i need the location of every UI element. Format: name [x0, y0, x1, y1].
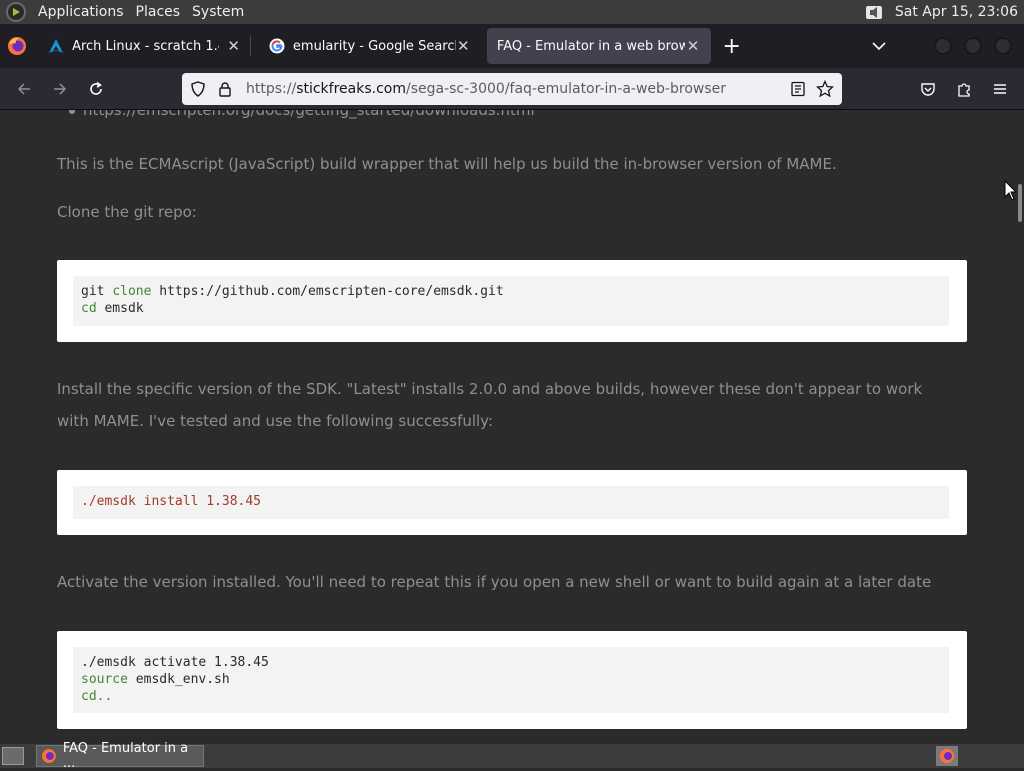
maximize-window-icon[interactable]	[964, 37, 982, 55]
gnome-foot-icon[interactable]	[6, 2, 26, 22]
taskbar-window-button[interactable]: FAQ - Emulator in a ...	[36, 741, 204, 771]
code-keyword: cd..	[81, 689, 113, 704]
tab-faq-emulator[interactable]: FAQ - Emulator in a web browse ✕	[486, 28, 711, 64]
show-desktop-icon[interactable]	[2, 747, 24, 765]
panel-menus: Applications Places System	[32, 0, 250, 24]
code-block-activate: ./emsdk activate 1.38.45 source emsdk_en…	[57, 631, 967, 729]
paragraph-clone: Clone the git repo:	[57, 203, 197, 221]
url-path: /sega-sc-3000/faq-emulator-in-a-web-brow…	[406, 81, 726, 97]
code-token: emsdk	[96, 301, 144, 316]
new-tab-plus-icon[interactable]: +	[719, 31, 745, 61]
close-tab-icon[interactable]: ✕	[456, 38, 471, 54]
code-block-install: ./emsdk install 1.38.45	[57, 470, 967, 535]
code-token: https://github.com/emscripten-core/emsdk…	[151, 284, 504, 299]
url-text: https://stickfreaks.com/sega-sc-3000/faq…	[246, 81, 726, 97]
mouse-cursor-icon	[1004, 180, 1018, 201]
extensions-puzzle-icon[interactable]	[946, 73, 982, 105]
code-content: ./emsdk install 1.38.45	[73, 486, 949, 519]
tab-title: Arch Linux - scratch 1.4.0.7-	[72, 38, 219, 54]
tab-title: emularity - Google Search	[292, 38, 456, 54]
code-token: git	[81, 284, 113, 299]
page-content: https://emscripten.org/docs/getting_star…	[0, 110, 1024, 744]
url-prefix: https://	[246, 81, 297, 97]
code-keyword: source	[81, 672, 128, 687]
places-menu[interactable]: Places	[130, 4, 187, 20]
back-arrow-icon[interactable]	[6, 73, 42, 105]
panel-clock[interactable]: Sat Apr 15, 23:06	[895, 4, 1024, 20]
window-controls	[934, 37, 1024, 55]
url-bar[interactable]: https://stickfreaks.com/sega-sc-3000/faq…	[182, 73, 842, 105]
bookmark-star-icon[interactable]	[816, 80, 834, 98]
url-domain: stickfreaks.com	[296, 81, 406, 97]
downloads-link[interactable]: https://emscripten.org/docs/getting_star…	[83, 110, 535, 119]
bottom-taskbar: FAQ - Emulator in a ...	[0, 741, 1024, 771]
top-panel: Applications Places System Sat Apr 15, 2…	[0, 0, 1024, 24]
tab-arch-linux[interactable]: Arch Linux - scratch 1.4.0.7- ✕	[38, 28, 250, 64]
lock-icon[interactable]	[218, 81, 232, 97]
paragraph-emsdk-intro: This is the ECMAscript (JavaScript) buil…	[57, 155, 837, 173]
nav-bar: https://stickfreaks.com/sega-sc-3000/faq…	[0, 68, 1024, 110]
code-keyword: clone	[112, 284, 152, 299]
hamburger-menu-icon[interactable]	[982, 73, 1018, 105]
tab-title: FAQ - Emulator in a web browse	[496, 38, 686, 54]
code-content: ./emsdk activate 1.38.45 source emsdk_en…	[73, 647, 949, 713]
google-icon	[269, 38, 285, 54]
close-tab-icon[interactable]: ✕	[685, 38, 701, 54]
volume-icon[interactable]	[863, 3, 885, 21]
partial-link-list-item[interactable]: https://emscripten.org/docs/getting_star…	[57, 110, 937, 126]
minimize-window-icon[interactable]	[934, 37, 952, 55]
reader-view-icon[interactable]	[790, 81, 806, 97]
paragraph-activate: Activate the version installed. You'll n…	[57, 573, 932, 591]
tab-separator	[250, 36, 251, 56]
paragraph-install-sdk: Install the specific version of the SDK.…	[57, 380, 923, 430]
applications-menu[interactable]: Applications	[32, 4, 130, 20]
firefox-icon	[41, 749, 56, 763]
forward-arrow-icon[interactable]	[42, 73, 78, 105]
code-keyword: cd	[81, 301, 97, 316]
arch-linux-icon	[49, 39, 64, 53]
pocket-icon[interactable]	[910, 73, 946, 105]
toolbar-right	[910, 73, 1018, 105]
code-block-clone: git clone https://github.com/emscripten-…	[57, 260, 967, 342]
code-content: git clone https://github.com/emscripten-…	[73, 276, 949, 326]
firefox-view-icon[interactable]	[0, 24, 34, 68]
tab-strip: Arch Linux - scratch 1.4.0.7- ✕ emularit…	[0, 24, 1024, 68]
close-tab-icon[interactable]: ✕	[227, 38, 240, 54]
tray-firefox-icon[interactable]	[936, 746, 958, 766]
system-menu[interactable]: System	[186, 4, 250, 20]
tab-google-search[interactable]: emularity - Google Search ✕	[259, 28, 481, 64]
code-token: ./emsdk activate 1.38.45	[81, 655, 269, 670]
code-token: emsdk_env.sh	[127, 672, 230, 687]
code-token: ./emsdk install 1.38.45	[81, 494, 262, 509]
list-all-tabs-chevron-icon[interactable]	[866, 31, 892, 61]
page-scrollbar-thumb[interactable]	[1018, 184, 1022, 222]
taskbar-window-title: FAQ - Emulator in a ...	[62, 741, 189, 771]
bullet-icon	[69, 110, 75, 114]
reload-icon[interactable]	[78, 73, 114, 105]
close-window-icon[interactable]	[994, 37, 1012, 55]
tracking-protection-shield-icon[interactable]	[190, 81, 206, 97]
